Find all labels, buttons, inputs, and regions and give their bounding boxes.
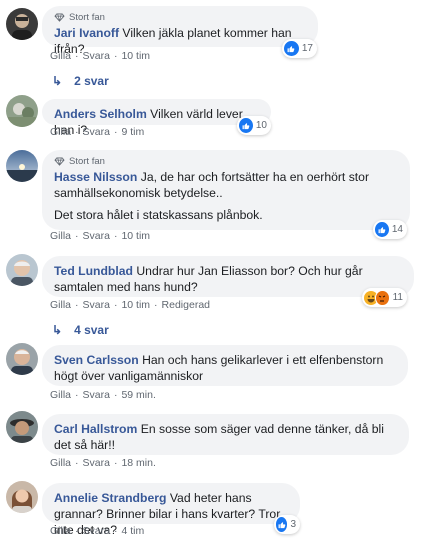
reaction-count[interactable]: 14 — [373, 220, 407, 239]
comment-actions: Gilla · Svara · 18 min. — [50, 457, 156, 469]
reply-arrow-icon: ↳ — [52, 323, 63, 337]
avatar[interactable] — [6, 254, 38, 286]
timestamp[interactable]: 10 tim — [121, 230, 150, 242]
like-link[interactable]: Gilla — [50, 299, 71, 311]
comment-bubble: Stort fan Hasse Nilsson Ja, de har och f… — [42, 150, 410, 230]
view-replies-link[interactable]: ↳ 2 svar — [52, 74, 109, 88]
diamond-icon — [54, 157, 65, 166]
edited-label[interactable]: Redigerad — [162, 299, 210, 311]
comment-actions: Gilla · Svara · 10 tim · Redigerad — [50, 299, 210, 311]
reply-link[interactable]: Svara — [83, 230, 110, 242]
reply-link[interactable]: Svara — [83, 50, 110, 62]
comment-actions: Gilla · Svara · 59 min. — [50, 389, 156, 401]
avatar[interactable] — [6, 150, 38, 182]
comment-actions: Gilla · Svara · 4 tim — [50, 525, 145, 537]
like-link[interactable]: Gilla — [50, 230, 71, 242]
top-fan-badge: Stort fan — [54, 155, 398, 168]
reaction-count[interactable]: 10 — [237, 116, 271, 135]
comment-bubble: Annelie Strandberg Vad heter hans granna… — [42, 483, 300, 537]
comment-actions: Gilla · Svara · 9 tim — [50, 126, 145, 138]
like-link[interactable]: Gilla — [50, 457, 71, 469]
reply-link[interactable]: Svara — [83, 299, 110, 311]
like-link[interactable]: Gilla — [50, 525, 71, 537]
angry-reaction-icon — [375, 289, 390, 306]
timestamp[interactable]: 4 tim — [121, 525, 144, 537]
timestamp[interactable]: 18 min. — [121, 457, 155, 469]
author-name[interactable]: Jari Ivanoff — [54, 26, 119, 40]
diamond-icon — [54, 13, 65, 22]
like-link[interactable]: Gilla — [50, 389, 71, 401]
author-name[interactable]: Sven Carlsson — [54, 353, 139, 367]
avatar[interactable] — [6, 481, 38, 513]
reply-arrow-icon: ↳ — [52, 74, 63, 88]
view-replies-link[interactable]: ↳ 4 svar — [52, 323, 109, 337]
comment-actions: Gilla · Svara · 10 tim — [50, 50, 151, 62]
avatar[interactable] — [6, 343, 38, 375]
reply-link[interactable]: Svara — [83, 389, 110, 401]
reaction-count[interactable]: 3 — [274, 515, 300, 534]
avatar[interactable] — [6, 95, 38, 127]
author-name[interactable]: Carl Hallstrom — [54, 422, 137, 436]
reply-link[interactable]: Svara — [83, 457, 110, 469]
author-name[interactable]: Hasse Nilsson — [54, 170, 137, 184]
timestamp[interactable]: 59 min. — [121, 389, 155, 401]
reply-link[interactable]: Svara — [83, 525, 110, 537]
avatar[interactable] — [6, 8, 38, 40]
author-name[interactable]: Anders Selholm — [54, 107, 147, 121]
like-reaction-icon — [276, 517, 288, 532]
timestamp[interactable]: 10 tim — [121, 50, 150, 62]
comment-bubble: Sven Carlsson Han och hans gelikarlever … — [42, 345, 408, 386]
comment-actions: Gilla · Svara · 10 tim — [50, 230, 151, 242]
timestamp[interactable]: 10 tim — [121, 299, 150, 311]
comment-bubble: Ted Lundblad Undrar hur Jan Eliasson bor… — [42, 256, 414, 297]
reaction-count[interactable]: 17 — [282, 39, 317, 58]
top-fan-badge: Stort fan — [54, 11, 306, 24]
reply-link[interactable]: Svara — [83, 126, 110, 138]
like-reaction-icon — [284, 41, 299, 56]
reaction-count[interactable]: 11 — [362, 288, 407, 307]
avatar[interactable] — [6, 411, 38, 443]
like-reaction-icon — [375, 222, 389, 237]
author-name[interactable]: Ted Lundblad — [54, 264, 133, 278]
like-link[interactable]: Gilla — [50, 50, 71, 62]
timestamp[interactable]: 9 tim — [121, 126, 144, 138]
author-name[interactable]: Annelie Strandberg — [54, 491, 166, 505]
like-reaction-icon — [239, 118, 253, 133]
like-link[interactable]: Gilla — [50, 126, 71, 138]
comment-bubble: Carl Hallstrom En sosse som säger vad de… — [42, 414, 409, 455]
comment-bubble: Stort fan Jari Ivanoff Vilken jäkla plan… — [42, 6, 318, 56]
comment-text-line-2: Det stora hålet i statskassans plånbok. — [54, 208, 263, 222]
